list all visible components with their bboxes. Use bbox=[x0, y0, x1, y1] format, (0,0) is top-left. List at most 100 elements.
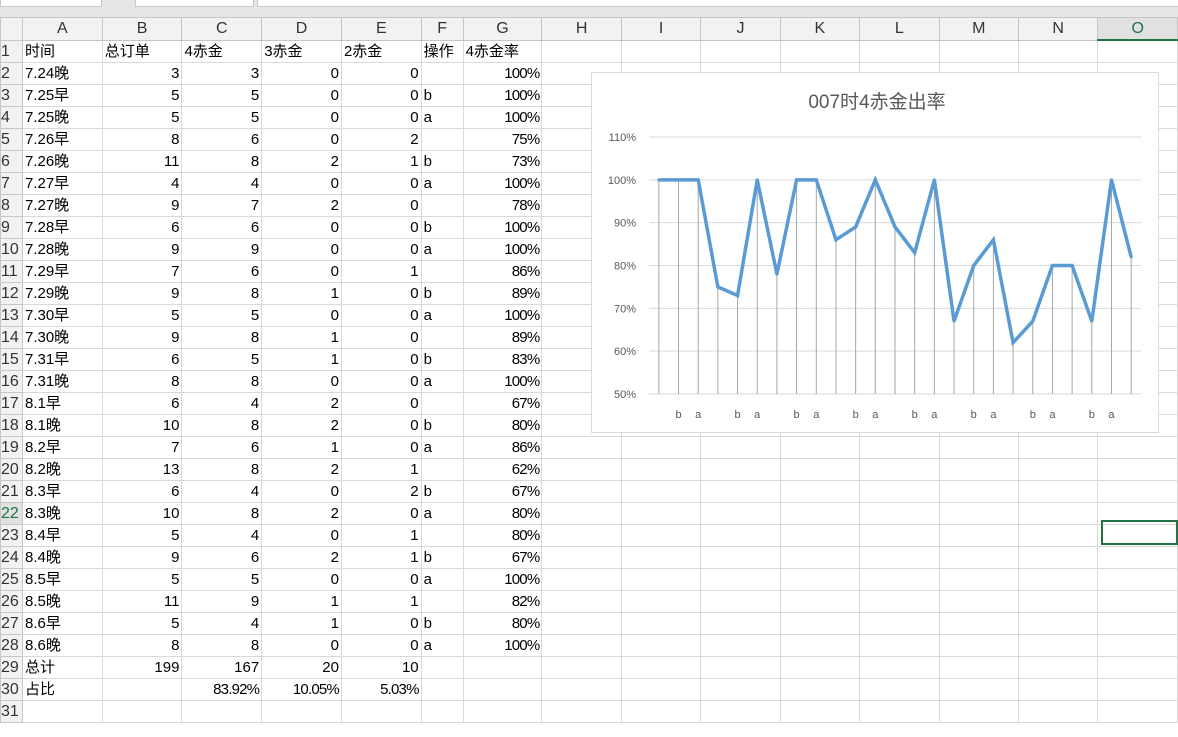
cell-j20[interactable] bbox=[700, 457, 781, 481]
cell-j31[interactable] bbox=[700, 699, 781, 723]
cell-k29[interactable] bbox=[779, 655, 861, 679]
cell-h20[interactable] bbox=[541, 457, 622, 481]
row-header[interactable]: 11 bbox=[0, 259, 23, 283]
cell-e30[interactable]: 5.03% bbox=[340, 677, 422, 701]
column-header-e[interactable]: E bbox=[340, 17, 422, 41]
row-header[interactable]: 7 bbox=[0, 171, 23, 195]
cell-k24[interactable] bbox=[779, 545, 861, 569]
cell-g6[interactable]: 73% bbox=[462, 149, 543, 173]
cell-e3[interactable]: 0 bbox=[340, 83, 422, 107]
cell-b28[interactable]: 8 bbox=[101, 633, 183, 657]
cell-a5[interactable]: 7.26早 bbox=[21, 127, 103, 151]
cell-e15[interactable]: 0 bbox=[340, 347, 422, 371]
cell-d5[interactable]: 0 bbox=[261, 127, 342, 151]
column-header-n[interactable]: N bbox=[1017, 17, 1099, 41]
cell-i30[interactable] bbox=[620, 677, 702, 701]
cell-n22[interactable] bbox=[1017, 501, 1099, 525]
column-header-o[interactable]: O bbox=[1097, 17, 1178, 41]
cell-n29[interactable] bbox=[1017, 655, 1099, 679]
cell-b24[interactable]: 9 bbox=[101, 545, 183, 569]
cell-d10[interactable]: 0 bbox=[261, 237, 342, 261]
cell-e2[interactable]: 0 bbox=[340, 61, 422, 85]
cell-n31[interactable] bbox=[1017, 699, 1099, 723]
cell-l20[interactable] bbox=[859, 457, 940, 481]
cell-g1[interactable]: 4赤金率 bbox=[462, 39, 543, 63]
cell-d19[interactable]: 1 bbox=[261, 435, 342, 459]
cell-e12[interactable]: 0 bbox=[340, 281, 422, 305]
cell-f13[interactable]: a bbox=[420, 303, 464, 327]
cell-d21[interactable]: 0 bbox=[261, 479, 342, 503]
cell-g10[interactable]: 100% bbox=[462, 237, 543, 261]
cell-c12[interactable]: 8 bbox=[181, 281, 263, 305]
cell-c11[interactable]: 6 bbox=[181, 259, 263, 283]
cell-g12[interactable]: 89% bbox=[462, 281, 543, 305]
cell-m19[interactable] bbox=[938, 435, 1019, 459]
cell-g18[interactable]: 80% bbox=[462, 413, 543, 437]
cell-o29[interactable] bbox=[1097, 655, 1178, 679]
column-header-d[interactable]: D bbox=[261, 17, 342, 41]
cell-m25[interactable] bbox=[938, 567, 1019, 591]
cell-h23[interactable] bbox=[541, 523, 622, 547]
cell-j29[interactable] bbox=[700, 655, 781, 679]
cell-g26[interactable]: 82% bbox=[462, 589, 543, 613]
cell-f5[interactable] bbox=[420, 127, 464, 151]
cell-b15[interactable]: 6 bbox=[101, 347, 183, 371]
cell-d6[interactable]: 2 bbox=[261, 149, 342, 173]
cell-h27[interactable] bbox=[541, 611, 622, 635]
cell-e16[interactable]: 0 bbox=[340, 369, 422, 393]
cell-i28[interactable] bbox=[620, 633, 702, 657]
cell-d14[interactable]: 1 bbox=[261, 325, 342, 349]
row-header[interactable]: 19 bbox=[0, 435, 23, 459]
cell-o25[interactable] bbox=[1097, 567, 1178, 591]
cell-a6[interactable]: 7.26晚 bbox=[21, 149, 103, 173]
cell-g2[interactable]: 100% bbox=[462, 61, 543, 85]
cell-a19[interactable]: 8.2早 bbox=[21, 435, 103, 459]
row-header[interactable]: 22 bbox=[0, 501, 23, 525]
cell-d29[interactable]: 20 bbox=[261, 655, 342, 679]
cell-e19[interactable]: 0 bbox=[340, 435, 422, 459]
cell-g5[interactable]: 75% bbox=[462, 127, 543, 151]
cell-b14[interactable]: 9 bbox=[101, 325, 183, 349]
cell-f1[interactable]: 操作 bbox=[420, 39, 464, 63]
cell-l24[interactable] bbox=[859, 545, 940, 569]
cell-j25[interactable] bbox=[700, 567, 781, 591]
cell-n24[interactable] bbox=[1017, 545, 1099, 569]
cell-l28[interactable] bbox=[859, 633, 940, 657]
cell-f24[interactable]: b bbox=[420, 545, 464, 569]
cell-o31[interactable] bbox=[1097, 699, 1178, 723]
cell-a22[interactable]: 8.3晚 bbox=[21, 501, 103, 525]
cell-f10[interactable]: a bbox=[420, 237, 464, 261]
cell-b6[interactable]: 11 bbox=[101, 149, 183, 173]
cell-b31[interactable] bbox=[101, 699, 183, 723]
cell-k22[interactable] bbox=[779, 501, 861, 525]
cell-g21[interactable]: 67% bbox=[462, 479, 543, 503]
cell-a14[interactable]: 7.30晚 bbox=[21, 325, 103, 349]
cell-j24[interactable] bbox=[700, 545, 781, 569]
cell-l23[interactable] bbox=[859, 523, 940, 547]
cell-i20[interactable] bbox=[620, 457, 702, 481]
cell-k1[interactable] bbox=[779, 39, 861, 63]
cell-d7[interactable]: 0 bbox=[261, 171, 342, 195]
cell-m21[interactable] bbox=[938, 479, 1019, 503]
cell-i1[interactable] bbox=[620, 39, 702, 63]
cell-g29[interactable] bbox=[462, 655, 543, 679]
cell-g16[interactable]: 100% bbox=[462, 369, 543, 393]
cell-h24[interactable] bbox=[541, 545, 622, 569]
cell-a28[interactable]: 8.6晚 bbox=[21, 633, 103, 657]
cell-k25[interactable] bbox=[779, 567, 861, 591]
cell-h30[interactable] bbox=[541, 677, 622, 701]
cell-a15[interactable]: 7.31早 bbox=[21, 347, 103, 371]
cell-c2[interactable]: 3 bbox=[181, 61, 263, 85]
row-header[interactable]: 23 bbox=[0, 523, 23, 547]
cell-f2[interactable] bbox=[420, 61, 464, 85]
row-header[interactable]: 3 bbox=[0, 83, 23, 107]
row-header[interactable]: 8 bbox=[0, 193, 23, 217]
row-header[interactable]: 5 bbox=[0, 127, 23, 151]
cell-b27[interactable]: 5 bbox=[101, 611, 183, 635]
cell-h21[interactable] bbox=[541, 479, 622, 503]
cell-o19[interactable] bbox=[1097, 435, 1178, 459]
cell-c24[interactable]: 6 bbox=[181, 545, 263, 569]
cell-o26[interactable] bbox=[1097, 589, 1178, 613]
cell-e11[interactable]: 1 bbox=[340, 259, 422, 283]
column-header-h[interactable]: H bbox=[541, 17, 622, 41]
